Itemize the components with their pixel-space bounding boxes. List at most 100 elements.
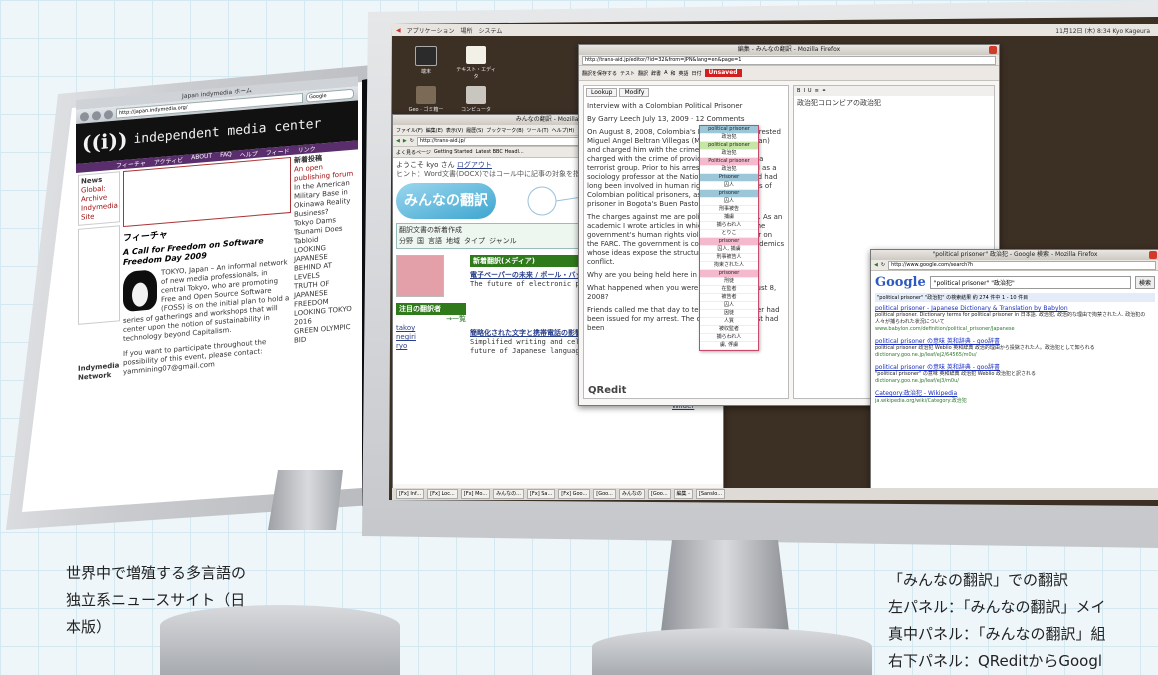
bookmark[interactable]: Latest BBC Headl...: [476, 149, 524, 155]
nav-item[interactable]: FAQ: [220, 151, 232, 161]
popup-entry[interactable]: 囚人: [700, 302, 758, 310]
reload-icon[interactable]: [104, 109, 113, 120]
address-bar[interactable]: http://trans-aid.jp/editor/?id=32&from=J…: [582, 55, 996, 65]
popup-entry[interactable]: 政治犯: [700, 150, 758, 158]
result-title[interactable]: political prisoner - Japanese Dictionary…: [875, 305, 1155, 312]
taskbar-item[interactable]: [Goo...: [593, 489, 616, 499]
menu-system[interactable]: システム: [479, 26, 503, 35]
tab-lookup[interactable]: Lookup: [586, 88, 618, 97]
toolbar-button[interactable]: テスト: [620, 70, 635, 77]
list-icon[interactable]: ≡: [815, 88, 819, 94]
desktop-icon-trash[interactable]: Geo · ゴミ箱ー: [406, 86, 446, 113]
back-icon[interactable]: [80, 111, 89, 122]
popup-entry[interactable]: political prisoner: [700, 126, 758, 134]
category[interactable]: 国: [417, 237, 424, 246]
menu-item[interactable]: ツール(T): [527, 127, 549, 134]
popup-entry[interactable]: prisoner: [700, 270, 758, 278]
toolbar-button[interactable]: A: [664, 70, 667, 76]
category[interactable]: ジャンル: [489, 237, 517, 246]
popup-entry[interactable]: 刑事被告人: [700, 254, 758, 262]
italic-icon[interactable]: I: [803, 88, 804, 94]
nav-item[interactable]: リンク: [298, 144, 316, 155]
result-title[interactable]: political prisoner の意味 英和辞典 - goo辞書: [875, 336, 1155, 345]
popup-entry[interactable]: 虜, 俘虜: [700, 342, 758, 350]
desktop-icon-computer[interactable]: コンピュータ: [456, 86, 496, 113]
menu-item[interactable]: ファイル(F): [396, 127, 423, 134]
toolbar-button[interactable]: 英語: [679, 70, 689, 77]
popup-entry[interactable]: 囚人: [700, 182, 758, 190]
back-icon[interactable]: ◀: [396, 138, 400, 144]
taskbar-item[interactable]: [Fx] Goo...: [558, 489, 591, 499]
link-icon[interactable]: ⚭: [822, 88, 826, 94]
category[interactable]: 地域: [446, 237, 460, 246]
forward-icon[interactable]: ▶: [403, 138, 407, 144]
nav-item[interactable]: ヘルプ: [240, 149, 258, 160]
category[interactable]: 言語: [428, 237, 442, 246]
gnome-foot-icon[interactable]: ◀: [396, 27, 401, 34]
desktop-icon-editor[interactable]: テキスト・エディタ: [456, 46, 496, 80]
close-icon[interactable]: [989, 46, 997, 54]
toolbar-button[interactable]: 日付: [692, 70, 702, 77]
member[interactable]: negiri: [396, 333, 466, 342]
popup-entry[interactable]: 囚人, 捕虜: [700, 246, 758, 254]
taskbar-item[interactable]: [Goo...: [647, 489, 671, 499]
news-link[interactable]: Indymedia Site: [81, 201, 118, 223]
desktop-icon-terminal[interactable]: 端末: [406, 46, 446, 75]
toolbar-button[interactable]: 辞書: [651, 70, 661, 77]
menu-item[interactable]: 表示(V): [446, 127, 463, 134]
back-icon[interactable]: ◀: [874, 262, 878, 268]
popup-entry[interactable]: prisoner: [700, 190, 758, 198]
toolbar-button[interactable]: 翻訳を保存する: [582, 70, 617, 77]
popup-entry[interactable]: 被告者: [700, 294, 758, 302]
menu-item[interactable]: 履歴(S): [466, 127, 483, 134]
result-title[interactable]: political prisoner の意味 英和辞典 - goo辞書: [875, 362, 1155, 371]
taskbar-item[interactable]: [Fx] Loc...: [427, 489, 458, 499]
taskbar-item[interactable]: みんなの...: [493, 489, 524, 499]
member[interactable]: takoy: [396, 324, 466, 333]
category[interactable]: 分野: [399, 237, 413, 246]
popup-entry[interactable]: 捕らわれ人: [700, 222, 758, 230]
popup-entry[interactable]: 拘束された人: [700, 262, 758, 270]
toolbar-button[interactable]: 翻訳: [638, 70, 648, 77]
toolbar-button[interactable]: 和: [670, 70, 675, 77]
newswire-item[interactable]: In the American Military Base in Okinawa…: [294, 178, 356, 219]
popup-entry[interactable]: 囚人: [700, 198, 758, 206]
bookmark[interactable]: よく見るページ: [396, 149, 431, 156]
nav-item[interactable]: ABOUT: [191, 153, 212, 164]
popup-entry[interactable]: 被収監者: [700, 326, 758, 334]
tab-modify[interactable]: Modify: [619, 88, 650, 97]
taskbar-item[interactable]: [Fx] Inf...: [396, 489, 425, 499]
forward-icon[interactable]: [92, 110, 101, 121]
popup-entry[interactable]: 捕らわれ人: [700, 334, 758, 342]
popup-entry[interactable]: 因徒: [700, 310, 758, 318]
result-title[interactable]: Category:政治犯 - Wikipedia: [875, 388, 1155, 397]
taskbar-item[interactable]: 編集 -: [673, 489, 693, 499]
close-icon[interactable]: [1149, 251, 1157, 259]
underline-icon[interactable]: U: [808, 88, 812, 94]
newswire-item[interactable]: GREEN OLYMPIC BID: [294, 322, 356, 345]
category[interactable]: タイプ: [464, 237, 485, 246]
members-more[interactable]: →一覧: [396, 315, 466, 324]
popup-entry[interactable]: とりこ: [700, 230, 758, 238]
google-search-input[interactable]: "political prisoner" "政治犯": [929, 276, 1131, 289]
taskbar-item[interactable]: [Fx] Mo...: [460, 489, 491, 499]
bold-icon[interactable]: B: [797, 88, 800, 94]
popup-entry[interactable]: political prisoner: [700, 142, 758, 150]
google-search-button[interactable]: 検索: [1134, 276, 1155, 289]
reload-icon[interactable]: ↻: [881, 262, 885, 268]
bookmark[interactable]: Getting Started: [434, 149, 473, 155]
popup-entry[interactable]: 刑徒: [700, 278, 758, 286]
menu-places[interactable]: 場所: [461, 26, 473, 35]
popup-entry[interactable]: 捕虜: [700, 214, 758, 222]
popup-entry[interactable]: Political prisoner: [700, 158, 758, 166]
popup-entry[interactable]: 刑事被告: [700, 206, 758, 214]
menu-item[interactable]: 編集(E): [426, 127, 443, 134]
popup-entry[interactable]: Prisoner: [700, 174, 758, 182]
popup-entry[interactable]: prisoner: [700, 238, 758, 246]
popup-entry[interactable]: 在監者: [700, 286, 758, 294]
newswire-item[interactable]: LOOKING JAPANESE BEHIND AT LEVELS: [294, 241, 356, 282]
logout-link[interactable]: ログアウト: [457, 161, 492, 169]
menu-item[interactable]: ブックマーク(B): [486, 127, 523, 134]
translation-text[interactable]: 政治犯コロンビアの政治犯: [794, 96, 994, 111]
member[interactable]: ryo: [396, 342, 466, 351]
